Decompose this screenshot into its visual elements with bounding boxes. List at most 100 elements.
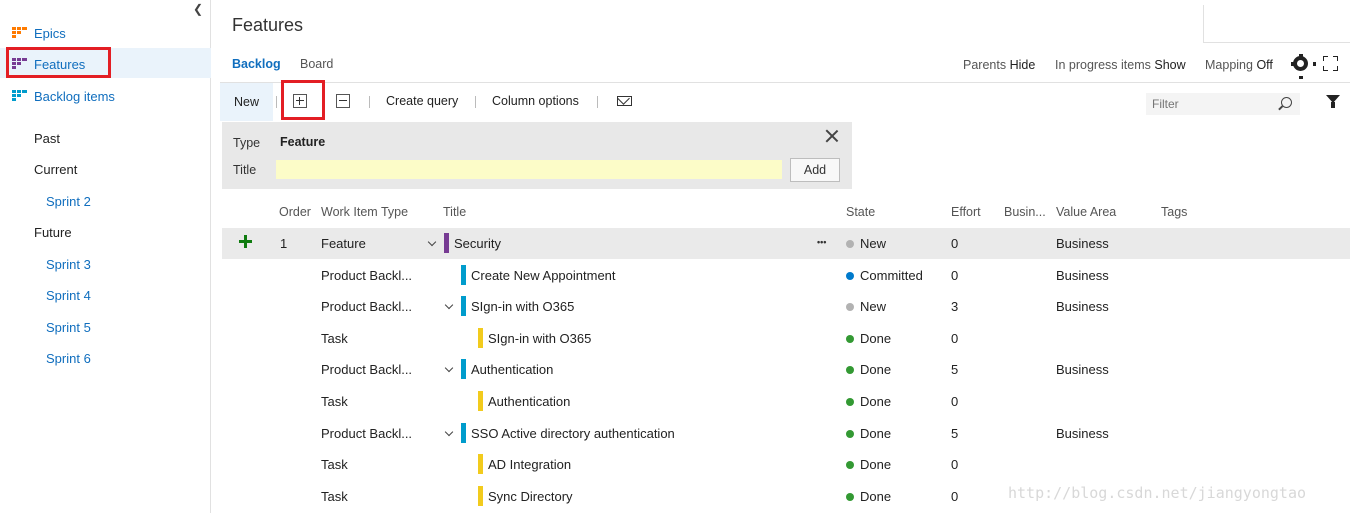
cell-value-area: Business (1056, 362, 1109, 377)
column-options-button[interactable]: Column options (492, 94, 579, 108)
mapping-toggle[interactable]: Mapping Off (1205, 58, 1273, 72)
sidebar-item-label: Epics (34, 25, 66, 41)
work-item-color-bar (461, 359, 466, 379)
table-row[interactable]: Task Authentication Done 0 (222, 386, 1350, 417)
table-row[interactable]: 1 Feature Security ••• New 0 Business (222, 228, 1350, 259)
cell-title[interactable]: Authentication (471, 362, 553, 377)
cell-title[interactable]: SIgn-in with O365 (471, 299, 574, 314)
features-highlight-box (6, 47, 111, 78)
iteration-future[interactable]: Future (34, 225, 72, 240)
sidebar-sprint-4[interactable]: Sprint 4 (46, 288, 91, 303)
parents-toggle[interactable]: Parents Hide (963, 58, 1035, 72)
cell-type: Product Backl... (321, 299, 413, 314)
table-row[interactable]: Product Backl... SIgn-in with O365 New 3 Bus… (222, 291, 1350, 322)
in-progress-label: In progress items (1055, 58, 1151, 72)
sidebar-item-epics[interactable]: Epics (12, 23, 66, 43)
new-button[interactable]: New (220, 83, 273, 121)
tab-backlog[interactable]: Backlog (232, 57, 281, 71)
state-dot-icon (846, 461, 854, 469)
work-item-color-bar (461, 423, 466, 443)
add-button[interactable]: Add (790, 158, 840, 182)
state-dot-icon (846, 303, 854, 311)
parents-value: Hide (1009, 58, 1036, 72)
filter-box[interactable] (1146, 93, 1300, 115)
state-dot-icon (846, 430, 854, 438)
cell-type: Product Backl... (321, 362, 413, 377)
tab-board[interactable]: Board (300, 57, 333, 71)
create-query-button[interactable]: Create query (386, 94, 458, 108)
state-dot-icon (846, 240, 854, 248)
filter-funnel-icon[interactable] (1326, 95, 1340, 108)
cell-effort: 0 (951, 236, 959, 251)
cell-state: New (860, 299, 887, 314)
cell-state: Done (860, 331, 892, 346)
cell-title[interactable]: Authentication (488, 394, 570, 409)
toolbar-divider (369, 96, 370, 108)
search-icon[interactable] (1281, 97, 1292, 108)
cell-title[interactable]: AD Integration (488, 457, 571, 472)
sidebar-sprint-5[interactable]: Sprint 5 (46, 320, 91, 335)
chevron-down-icon[interactable] (444, 300, 454, 310)
column-header-order[interactable]: Order (279, 205, 311, 219)
table-row[interactable]: Product Backl... SSO Active directory aut… (222, 418, 1350, 449)
column-header-title[interactable]: Title (443, 205, 466, 219)
table-row[interactable]: Product Backl... Create New Appointment Co… (222, 260, 1350, 291)
cell-title[interactable]: Create New Appointment (471, 268, 616, 283)
in-progress-toggle[interactable]: In progress items Show (1055, 58, 1186, 72)
chevron-down-icon[interactable] (444, 363, 454, 373)
chevron-down-icon[interactable] (444, 427, 454, 437)
work-item-color-bar (478, 328, 483, 348)
toolbar-divider (475, 96, 476, 108)
state-dot-icon (846, 272, 854, 280)
cell-effort: 0 (951, 489, 959, 504)
column-header-business[interactable]: Busin... (1004, 205, 1046, 219)
cell-effort: 5 (951, 362, 959, 377)
cell-effort: 0 (951, 394, 959, 409)
close-icon[interactable] (825, 129, 839, 143)
top-search-box[interactable] (1203, 5, 1350, 43)
chevron-down-icon[interactable] (427, 237, 437, 247)
collapse-sidebar-icon[interactable]: ❮ (193, 2, 203, 16)
sidebar-sprint-6[interactable]: Sprint 6 (46, 351, 91, 366)
column-header-tags[interactable]: Tags (1161, 205, 1187, 219)
cell-title[interactable]: SIgn-in with O365 (488, 331, 591, 346)
column-header-value-area[interactable]: Value Area (1056, 205, 1116, 219)
toolbar-divider (597, 96, 598, 108)
mail-icon[interactable] (617, 96, 632, 106)
work-item-color-bar (461, 296, 466, 316)
cell-title[interactable]: SSO Active directory authentication (471, 426, 675, 441)
iteration-past[interactable]: Past (34, 131, 60, 146)
gear-icon[interactable] (1291, 54, 1316, 79)
add-item-panel: Type Feature Title Add (222, 122, 852, 189)
cell-value-area: Business (1056, 299, 1109, 314)
sidebar-sprint-3[interactable]: Sprint 3 (46, 257, 91, 272)
column-header-effort[interactable]: Effort (951, 205, 981, 219)
cell-state: New (860, 236, 887, 251)
parents-label: Parents (963, 58, 1007, 72)
table-row[interactable]: Task AD Integration Done 0 (222, 449, 1350, 480)
state-dot-icon (846, 366, 854, 374)
sidebar-sprint-2[interactable]: Sprint 2 (46, 194, 91, 209)
add-child-icon[interactable] (239, 235, 252, 248)
filter-input[interactable] (1146, 93, 1266, 115)
cell-value-area: Business (1056, 268, 1109, 283)
more-actions-icon[interactable]: ••• (817, 237, 826, 247)
column-header-state[interactable]: State (846, 205, 875, 219)
table-row[interactable]: Product Backl... Authentication Done 5 Busin… (222, 354, 1350, 385)
toolbar: New Create query Column options (220, 83, 1350, 121)
collapse-all-icon[interactable] (336, 94, 350, 108)
sidebar-item-backlog-items[interactable]: Backlog items (12, 86, 115, 106)
table-row[interactable]: Task SIgn-in with O365 Done 0 (222, 323, 1350, 354)
cell-value-area: Business (1056, 236, 1109, 251)
fullscreen-icon[interactable] (1323, 56, 1338, 71)
cell-type: Task (321, 394, 348, 409)
sidebar-item-label: Backlog items (34, 88, 115, 104)
cell-title[interactable]: Security (454, 236, 501, 251)
cell-title[interactable]: Sync Directory (488, 489, 573, 504)
title-input[interactable] (276, 160, 782, 179)
cell-state: Done (860, 489, 892, 504)
cell-effort: 0 (951, 457, 959, 472)
iteration-current[interactable]: Current (34, 162, 77, 177)
column-header-type[interactable]: Work Item Type (321, 205, 408, 219)
cell-effort: 0 (951, 331, 959, 346)
